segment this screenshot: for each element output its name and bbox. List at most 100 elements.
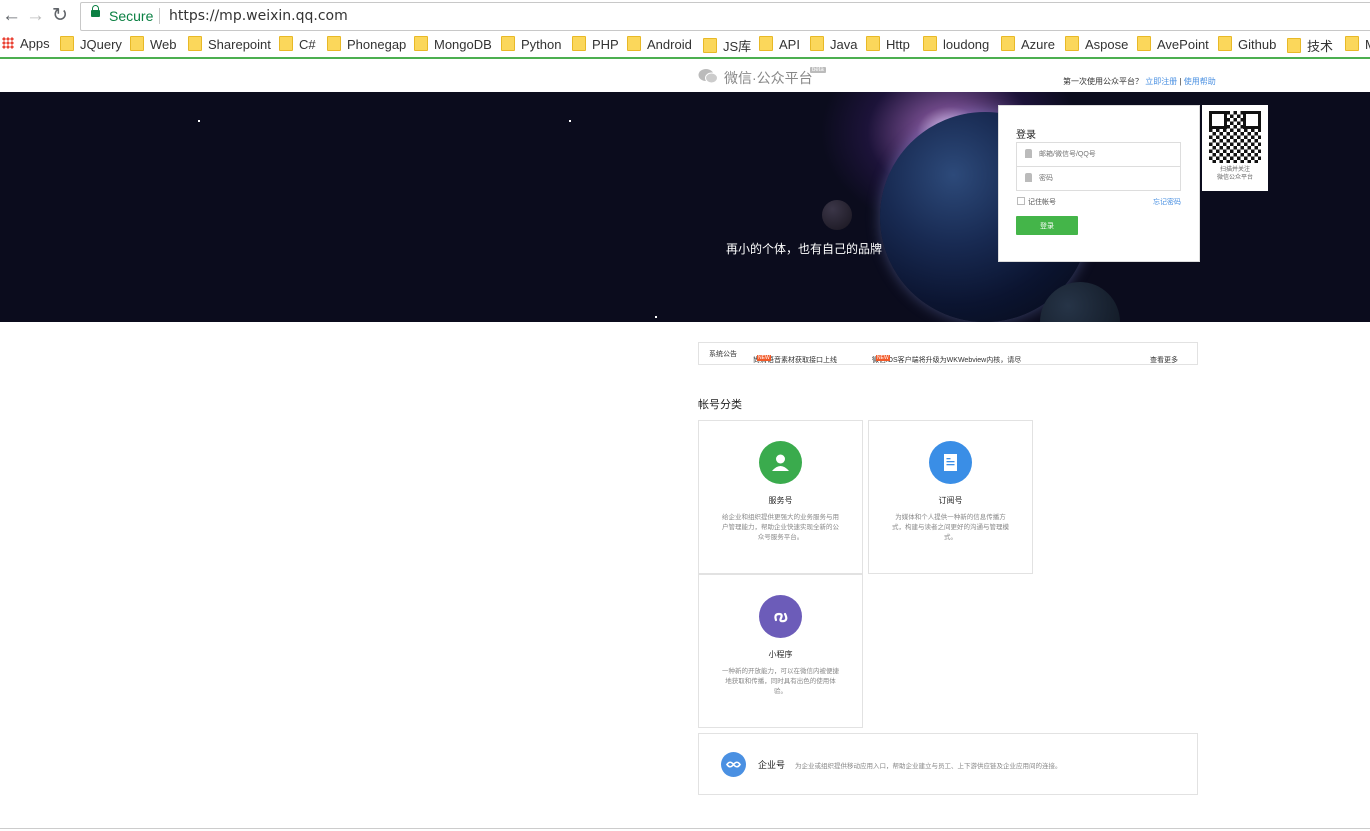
url-text[interactable]: https://mp.weixin.qq.com <box>169 8 348 24</box>
qr-code-icon <box>1209 111 1261 163</box>
bookmark-label: AvePoint <box>1157 37 1209 52</box>
reload-icon[interactable]: ↻ <box>52 6 68 26</box>
folder-icon <box>327 36 341 51</box>
password-field[interactable] <box>1016 166 1181 191</box>
subscription-icon <box>929 441 972 484</box>
bookmark-item[interactable]: JS库 <box>703 36 751 55</box>
section-title: 帐号分类 <box>698 399 742 411</box>
folder-icon <box>572 36 586 51</box>
folder-icon <box>1218 36 1232 51</box>
card-title: 服务号 <box>768 496 793 505</box>
enterprise-icon <box>721 752 746 777</box>
notice-item-text: 微信iOS客户端将升级为WKWebview内核，请尽 <box>872 357 1022 364</box>
divider <box>0 828 1370 829</box>
account-input[interactable] <box>1039 146 1174 162</box>
bookmark-label: Java <box>830 37 858 52</box>
bookmark-item[interactable]: Github <box>1218 36 1276 52</box>
bookmark-label: C# <box>299 37 316 52</box>
folder-icon <box>1065 36 1079 51</box>
remember-account[interactable]: 记住帐号 <box>1017 197 1056 207</box>
qr-caption-line: 微信公众平台 <box>1216 175 1253 181</box>
folder-icon <box>1287 38 1301 53</box>
remember-checkbox[interactable] <box>1017 197 1025 205</box>
header-links: 第一次使用公众平台？ 立即注册 | 使用帮助 <box>1063 76 1216 87</box>
folder-icon <box>188 36 202 51</box>
folder-icon <box>60 36 74 51</box>
bookmark-item[interactable]: Http <box>866 36 910 52</box>
back-icon[interactable]: ← <box>2 6 21 26</box>
account-field[interactable] <box>1016 142 1181 167</box>
miniprogram-icon <box>759 595 802 638</box>
forward-icon[interactable]: → <box>26 6 45 26</box>
folder-icon <box>414 36 428 51</box>
qr-card: 扫描并关注 微信公众平台 <box>1202 105 1268 191</box>
bookmark-item[interactable]: Android <box>627 36 692 52</box>
folder-icon <box>810 36 824 51</box>
browser-toolbar: ← → ↻ Secure https://mp.weixin.qq.com <box>0 0 1370 32</box>
bookmark-item[interactable]: Aspose <box>1065 36 1128 52</box>
enterprise-account-card[interactable]: 企业号 为企业或组织提供移动应用入口，帮助企业建立与员工、上下游供应链及企业应用… <box>698 733 1198 795</box>
folder-icon <box>627 36 641 51</box>
remember-label: 记住帐号 <box>1028 199 1056 206</box>
folder-icon <box>501 36 515 51</box>
register-link[interactable]: 立即注册 <box>1145 77 1177 86</box>
login-button[interactable]: 登录 <box>1016 216 1078 235</box>
folder-icon <box>759 36 773 51</box>
help-link[interactable]: 使用帮助 <box>1184 77 1216 86</box>
bookmark-item[interactable]: Web <box>130 36 177 52</box>
beta-badge: beta <box>810 67 826 73</box>
lock-icon <box>91 5 100 17</box>
bookmark-item[interactable]: M <box>1345 36 1370 52</box>
bookmark-item[interactable]: Phonegap <box>327 36 406 52</box>
bookmark-label: Sharepoint <box>208 37 271 52</box>
folder-icon <box>703 38 717 53</box>
lock-icon <box>1025 173 1032 182</box>
qr-caption-line: 扫描并关注 <box>1219 167 1250 173</box>
bookmark-label: M <box>1365 37 1370 52</box>
bookmark-item[interactable]: PHP <box>572 36 619 52</box>
forgot-password-link[interactable]: 忘记密码 <box>1153 197 1181 207</box>
card-description: 为媒体和个人提供一种新的信息传播方式，构建与读者之间更好的沟通与管理模式。 <box>892 514 1009 541</box>
folder-icon <box>279 36 293 51</box>
bookmark-item[interactable]: C# <box>279 36 316 52</box>
bookmark-item[interactable]: Java <box>810 36 857 52</box>
bookmark-label: Apps <box>20 36 50 51</box>
card-description: 一种新的开放能力，可以在微信内被便捷地获取和传播，同时具有出色的使用体验。 <box>722 668 839 695</box>
bookmark-item[interactable]: AvePoint <box>1137 36 1209 52</box>
card-title: 小程序 <box>768 650 793 659</box>
apps-icon <box>2 37 14 49</box>
folder-icon <box>866 36 880 51</box>
moon-graphic <box>822 200 852 230</box>
view-more-label: 查看更多 <box>1150 357 1178 364</box>
bookmark-label: Azure <box>1021 37 1055 52</box>
bookmark-item[interactable]: JQuery <box>60 36 122 52</box>
bookmark-item[interactable]: MongoDB <box>414 36 492 52</box>
bookmark-item[interactable]: 技术 <box>1287 36 1333 55</box>
folder-icon <box>1345 36 1359 51</box>
bookmark-item[interactable]: Azure <box>1001 36 1055 52</box>
bookmark-apps[interactable]: Apps <box>2 36 50 51</box>
bookmark-label: MongoDB <box>434 37 492 52</box>
login-form: 登录 记住帐号 忘记密码 登录 <box>998 105 1200 262</box>
wechat-logo-icon <box>698 69 718 84</box>
card-title: 订阅号 <box>938 496 963 505</box>
star <box>655 316 657 318</box>
password-input[interactable] <box>1039 170 1174 186</box>
bookmark-item[interactable]: API <box>759 36 800 52</box>
bookmark-label: Github <box>1238 37 1277 52</box>
system-notice-bar: 系统公告 • 尚清语音素材获取接口上线 NEW • 微信iOS客户端将升级为WKWeb… <box>698 342 1198 365</box>
bookmark-item[interactable]: loudong <box>923 36 989 52</box>
miniprogram-card[interactable]: 小程序 一种新的开放能力，可以在微信内被便捷地获取和传播，同时具有出色的使用体验… <box>698 574 863 728</box>
user-icon <box>1025 149 1032 158</box>
address-bar[interactable]: Secure https://mp.weixin.qq.com <box>80 2 1370 31</box>
card-title: 企业号 <box>758 760 786 770</box>
service-account-card[interactable]: 服务号 给企业和组织提供更强大的业务服务与用户管理能力，帮助企业快速实现全新的公… <box>698 420 863 574</box>
site-logo-text[interactable]: 微信·公众平台 <box>724 68 813 88</box>
subscription-account-card[interactable]: 订阅号 为媒体和个人提供一种新的信息传播方式，构建与读者之间更好的沟通与管理模式… <box>868 420 1033 574</box>
bookmark-item[interactable]: Sharepoint <box>188 36 271 52</box>
bookmark-label: JQuery <box>80 37 122 52</box>
bookmark-label: Phonegap <box>347 37 407 52</box>
bookmark-item[interactable]: Python <box>501 36 561 52</box>
bookmark-label: JS库 <box>723 39 752 54</box>
new-badge: NEW <box>876 355 890 361</box>
